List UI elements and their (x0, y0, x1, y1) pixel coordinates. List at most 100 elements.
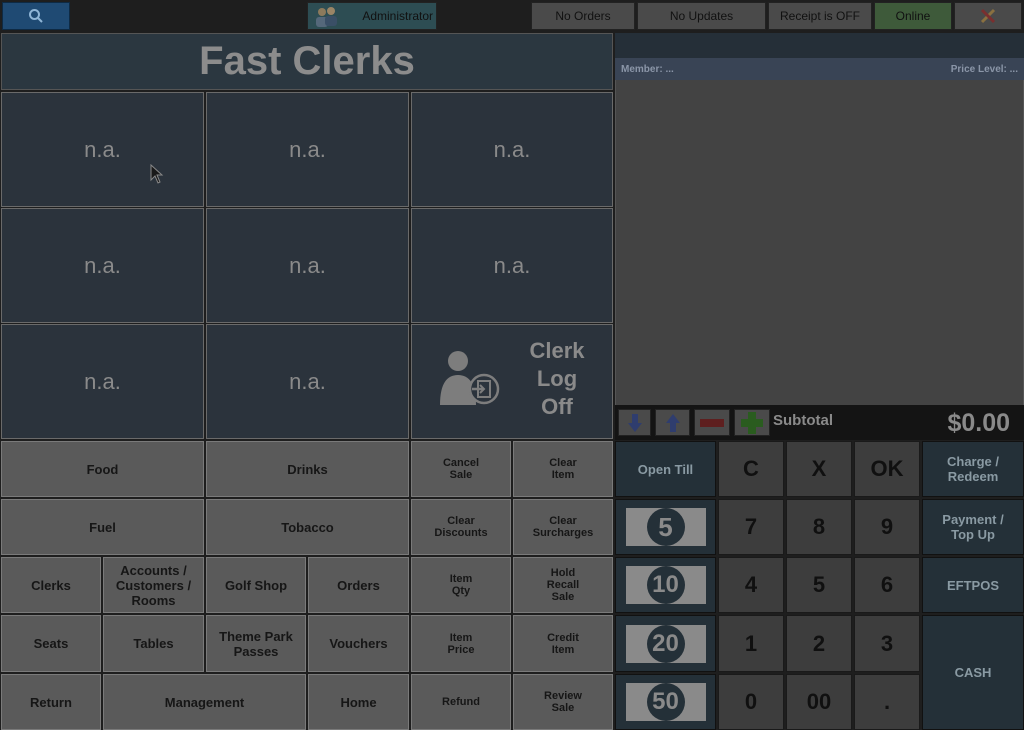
payment-top-up-label: Payment / Top Up (942, 512, 1004, 542)
payment-top-up-button[interactable]: Payment / Top Up (922, 499, 1024, 555)
minus-icon (700, 418, 724, 427)
clerk-tile-label: n.a. (84, 368, 121, 394)
note-20-button[interactable]: 20 (615, 615, 716, 672)
note-50-button[interactable]: 50 (615, 674, 716, 730)
review-sale-button[interactable]: Review Sale (513, 674, 613, 730)
digit-3-key[interactable]: 3 (854, 615, 920, 672)
member-bar[interactable]: Member: ... Price Level: ... (615, 58, 1024, 80)
digit-4-key[interactable]: 4 (718, 557, 784, 613)
note-10-button[interactable]: 10 (615, 557, 716, 613)
home-button[interactable]: Home (308, 674, 409, 730)
clerk-tile-6[interactable]: n.a. (411, 208, 613, 323)
accounts-label: Accounts / Customers / Rooms (115, 562, 192, 608)
management-button[interactable]: Management (103, 674, 306, 730)
charge-redeem-button[interactable]: Charge / Redeem (922, 441, 1024, 497)
charge-redeem-label: Charge / Redeem (946, 454, 999, 484)
user-name: Administrator (362, 9, 433, 23)
cash-button[interactable]: CASH (922, 615, 1024, 730)
cancel-sale-button[interactable]: Cancel Sale (411, 441, 511, 497)
note-5-button[interactable]: 5 (615, 499, 716, 555)
increase-qty-button[interactable] (734, 409, 770, 436)
clerk-tile-1[interactable]: n.a. (1, 92, 204, 207)
return-button[interactable]: Return (1, 674, 101, 730)
tobacco-button[interactable]: Tobacco (206, 499, 409, 555)
food-button[interactable]: Food (1, 441, 204, 497)
note-value-badge: 5 (646, 508, 685, 546)
tables-button[interactable]: Tables (103, 615, 204, 672)
online-status-label: Online (895, 9, 931, 23)
banknote-icon: 20 (625, 624, 706, 663)
page-title-text: Fast Clerks (199, 39, 415, 83)
refund-button[interactable]: Refund (411, 674, 511, 730)
golf-shop-label: Golf Shop (224, 577, 288, 593)
clerk-tile-label: n.a. (289, 368, 326, 394)
digit-2-key[interactable]: 2 (786, 615, 852, 672)
online-status-button[interactable]: Online (874, 2, 952, 30)
multiply-key-label: X (811, 456, 827, 481)
receipt-list[interactable] (615, 80, 1024, 405)
clear-key[interactable]: C (718, 441, 784, 497)
theme-park-passes-button[interactable]: Theme Park Passes (206, 615, 306, 672)
digit-8-key[interactable]: 8 (786, 499, 852, 555)
clerk-tile-label: n.a. (289, 252, 326, 278)
item-price-label: Item Price (447, 631, 475, 656)
ok-key[interactable]: OK (854, 441, 920, 497)
orders-status-button[interactable]: No Orders (531, 2, 635, 30)
digit-0-key[interactable]: 0 (718, 674, 784, 730)
open-till-button[interactable]: Open Till (615, 441, 716, 497)
search-button[interactable] (2, 2, 70, 30)
digit-7-key[interactable]: 7 (718, 499, 784, 555)
note-value-badge: 20 (646, 624, 685, 663)
eftpos-button[interactable]: EFTPOS (922, 557, 1024, 613)
golf-shop-button[interactable]: Golf Shop (206, 557, 306, 613)
fuel-button[interactable]: Fuel (1, 499, 204, 555)
decimal-key[interactable]: . (854, 674, 920, 730)
credit-item-button[interactable]: Credit Item (513, 615, 613, 672)
user-button[interactable]: Administrator (307, 2, 437, 30)
seats-button[interactable]: Seats (1, 615, 101, 672)
digit-9-key[interactable]: 9 (854, 499, 920, 555)
hold-recall-sale-button[interactable]: Hold Recall Sale (513, 557, 613, 613)
drinks-button[interactable]: Drinks (206, 441, 409, 497)
clerk-logoff-icon (438, 349, 502, 409)
digit-1-key[interactable]: 1 (718, 615, 784, 672)
clerks-button[interactable]: Clerks (1, 557, 101, 613)
scroll-down-button[interactable] (618, 409, 651, 436)
updates-status-button[interactable]: No Updates (637, 2, 766, 30)
orders-label: Orders (337, 577, 380, 593)
page-title: Fast Clerks (1, 33, 613, 90)
decrease-qty-button[interactable] (694, 409, 730, 436)
updates-status-label: No Updates (669, 9, 734, 23)
subtotal-value: $0.00 (947, 409, 1010, 437)
receipt-toggle-button[interactable]: Receipt is OFF (768, 2, 872, 30)
clerk-log-off-button[interactable]: Clerk Log Off (411, 324, 613, 439)
note-20-label: 20 (652, 629, 679, 657)
plus-icon (741, 411, 763, 434)
note-10-label: 10 (652, 571, 679, 598)
item-qty-button[interactable]: Item Qty (411, 557, 511, 613)
orders-button[interactable]: Orders (308, 557, 409, 613)
clerk-tile-7[interactable]: n.a. (1, 324, 204, 439)
clerks-label: Clerks (31, 577, 71, 593)
vouchers-button[interactable]: Vouchers (308, 615, 409, 672)
clerk-tile-3[interactable]: n.a. (411, 92, 613, 207)
clerk-tile-2[interactable]: n.a. (206, 92, 409, 207)
member-label: Member: ... (621, 63, 674, 75)
accounts-button[interactable]: Accounts / Customers / Rooms (103, 557, 204, 613)
scroll-up-button[interactable] (655, 409, 690, 436)
clerk-tile-5[interactable]: n.a. (206, 208, 409, 323)
clerk-tile-4[interactable]: n.a. (1, 208, 204, 323)
item-price-button[interactable]: Item Price (411, 615, 511, 672)
clear-discounts-label: Clear Discounts (434, 515, 488, 539)
digit-6-key[interactable]: 6 (854, 557, 920, 613)
multiply-key[interactable]: X (786, 441, 852, 497)
double-zero-key[interactable]: 00 (786, 674, 852, 730)
digit-5-key[interactable]: 5 (786, 557, 852, 613)
clear-surcharges-button[interactable]: Clear Surcharges (513, 499, 613, 555)
clerk-tile-label: n.a. (289, 136, 326, 162)
tools-button[interactable] (954, 2, 1022, 30)
clear-item-button[interactable]: Clear Item (513, 441, 613, 497)
clear-discounts-button[interactable]: Clear Discounts (411, 499, 511, 555)
note-value-badge: 10 (646, 566, 685, 604)
clerk-tile-8[interactable]: n.a. (206, 324, 409, 439)
